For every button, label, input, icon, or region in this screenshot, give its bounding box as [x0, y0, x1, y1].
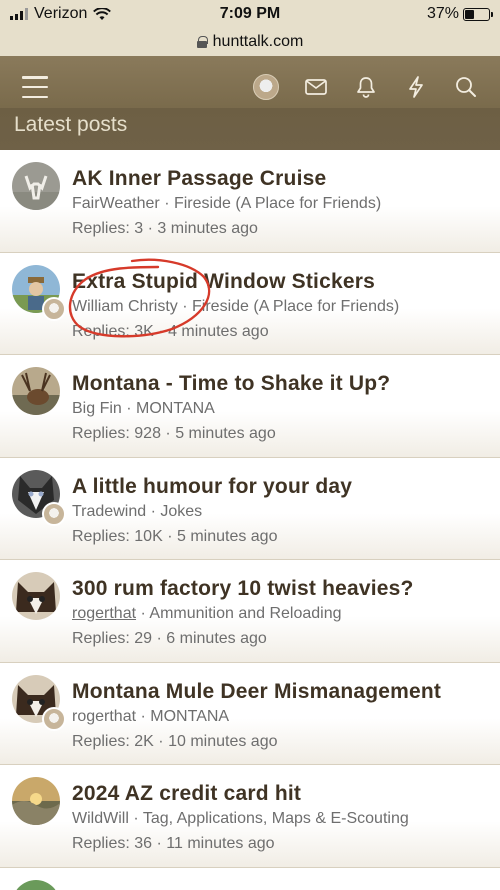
list-item[interactable]: 300 rum factory 10 twist heavies? rogert… — [0, 560, 500, 663]
search-icon[interactable] — [452, 73, 480, 101]
battery-icon — [463, 7, 493, 21]
post-forum[interactable]: MONTANA — [150, 708, 229, 725]
reply-count: 2K — [134, 732, 154, 750]
post-author[interactable]: rogerthat — [72, 605, 136, 622]
lightning-icon[interactable] — [402, 73, 430, 101]
post-title[interactable]: Montana - Time to Shake it Up? — [72, 372, 390, 396]
post-author[interactable]: Big Fin — [72, 400, 122, 417]
separator: · — [167, 527, 173, 545]
reply-count: 928 — [134, 425, 161, 442]
avatar[interactable] — [12, 367, 60, 415]
post-title[interactable]: 2024 AZ credit card hit — [72, 782, 301, 806]
replies-label: Replies: — [72, 630, 130, 647]
post-title[interactable]: A little humour for your day — [72, 475, 352, 499]
list-item[interactable]: Montana - Time to Shake it Up? Big Fin ·… — [0, 355, 500, 458]
reply-count: 3K — [134, 322, 154, 340]
post-title[interactable]: Montana Mule Deer Mismanagement — [72, 680, 441, 704]
mail-icon[interactable] — [302, 73, 330, 101]
url-text: hunttalk.com — [212, 33, 304, 50]
separator: · — [182, 297, 188, 315]
separator: · — [156, 630, 162, 647]
participant-avatar[interactable] — [42, 706, 66, 731]
user-avatar[interactable] — [252, 73, 280, 101]
battery-percent: 37% — [426, 5, 459, 22]
post-title[interactable]: AK Inner Passage Cruise — [72, 167, 326, 191]
post-time[interactable]: 10 minutes ago — [168, 733, 277, 750]
post-time[interactable]: 6 minutes ago — [166, 630, 267, 647]
post-time[interactable]: 5 minutes ago — [177, 528, 278, 545]
reply-count: 29 — [134, 630, 153, 647]
avatar[interactable] — [12, 777, 60, 825]
post-time[interactable]: 3 minutes ago — [157, 220, 258, 237]
separator: · — [147, 220, 153, 237]
post-forum[interactable]: Fireside (A Place for Friends) — [174, 195, 381, 212]
clock: 7:09 PM — [219, 5, 281, 22]
separator: · — [140, 605, 146, 622]
separator: · — [140, 707, 146, 725]
post-author[interactable]: Tradewind — [72, 503, 146, 520]
list-item[interactable]: A little humour for your day Tradewind ·… — [0, 457, 500, 560]
list-item[interactable]: Montana Mule Deer Mismanagement rogertha… — [0, 662, 500, 765]
replies-label: Replies: — [72, 322, 130, 340]
replies-label: Replies: — [72, 835, 130, 852]
separator: · — [133, 810, 139, 827]
list-item[interactable] — [0, 867, 500, 890]
avatar[interactable] — [12, 162, 60, 210]
post-title[interactable]: Extra Stupid Window Stickers — [72, 270, 375, 294]
post-forum[interactable]: Tag, Applications, Maps & E-Scouting — [143, 810, 409, 827]
post-author[interactable]: WildWill — [72, 810, 129, 827]
participant-avatar[interactable] — [42, 501, 66, 526]
reply-count: 3 — [134, 220, 144, 237]
separator: · — [150, 502, 156, 520]
replies-label: Replies: — [72, 732, 130, 750]
section-title: Latest posts — [14, 113, 128, 136]
latest-posts-list: AK Inner Passage Cruise FairWeather · Fi… — [0, 150, 500, 890]
replies-label: Replies: — [72, 527, 130, 545]
separator: · — [158, 732, 164, 750]
post-time[interactable]: 5 minutes ago — [175, 425, 276, 442]
list-item[interactable]: 2024 AZ credit card hit WildWill · Tag, … — [0, 765, 500, 868]
separator: · — [165, 425, 171, 442]
post-author[interactable]: FairWeather — [72, 195, 160, 212]
post-author[interactable]: rogerthat — [72, 708, 136, 725]
lock-icon — [196, 36, 208, 48]
replies-label: Replies: — [72, 220, 130, 237]
post-forum[interactable]: Ammunition and Reloading — [149, 605, 341, 622]
replies-label: Replies: — [72, 425, 130, 442]
reply-count: 36 — [134, 835, 153, 852]
separator: · — [164, 195, 170, 212]
post-forum[interactable]: MONTANA — [136, 400, 215, 417]
bell-icon[interactable] — [352, 73, 380, 101]
post-forum[interactable]: Fireside (A Place for Friends) — [192, 298, 399, 315]
reply-count: 10K — [134, 527, 163, 545]
avatar[interactable] — [12, 879, 60, 890]
separator: · — [126, 400, 132, 417]
separator: · — [158, 322, 164, 340]
separator: · — [156, 835, 162, 852]
post-author[interactable]: William Christy — [72, 298, 178, 315]
list-item[interactable]: AK Inner Passage Cruise FairWeather · Fi… — [0, 150, 500, 253]
status-bar: Verizon 7:09 PM 37% — [0, 0, 500, 28]
post-title[interactable]: 300 rum factory 10 twist heavies? — [72, 577, 414, 601]
post-time[interactable]: 4 minutes ago — [168, 323, 269, 340]
post-forum[interactable]: Jokes — [160, 503, 202, 520]
post-time[interactable]: 11 minutes ago — [166, 835, 274, 852]
menu-icon[interactable] — [22, 76, 48, 98]
address-bar[interactable]: hunttalk.com — [0, 28, 500, 56]
list-item[interactable]: Extra Stupid Window Stickers William Chr… — [0, 252, 500, 355]
avatar[interactable] — [12, 572, 60, 620]
participant-avatar[interactable] — [42, 296, 66, 321]
